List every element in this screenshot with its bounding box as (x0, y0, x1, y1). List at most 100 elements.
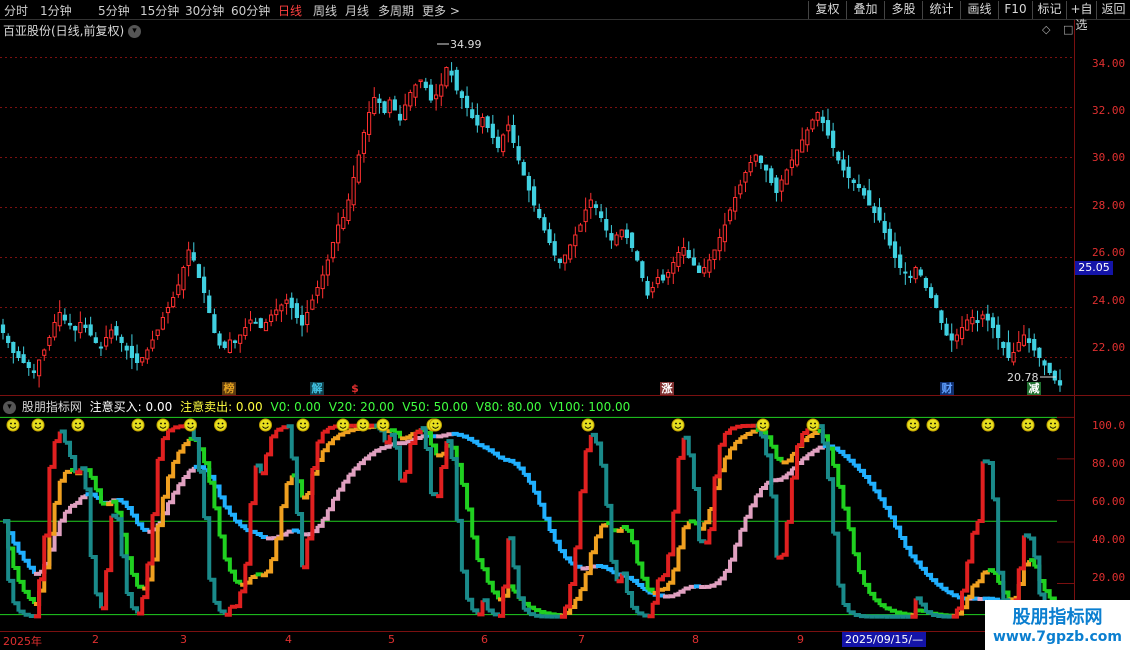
smiley-eye (930, 422, 932, 425)
event-marker-dividend[interactable]: $ (348, 382, 362, 395)
smiley-eye (1029, 422, 1031, 425)
osc-long-line (121, 500, 129, 508)
candle-body (820, 116, 825, 123)
candle-body (970, 317, 975, 325)
osc-slow-line (250, 574, 258, 579)
osc-slow-line (482, 567, 490, 583)
candle-body (1011, 352, 1016, 363)
candle-body (635, 251, 640, 261)
osc-slow-line (864, 582, 872, 594)
osc-long-line (492, 451, 500, 458)
osc-slow-line (209, 480, 217, 509)
smiley-eye (164, 422, 166, 425)
candle-body (923, 278, 929, 288)
candle-body (1001, 341, 1006, 348)
candle-body (928, 287, 934, 299)
osc-fast-line (312, 441, 320, 470)
chevron-down-icon[interactable]: ▾ (3, 401, 16, 414)
osc-long-line (348, 468, 356, 477)
candle-body (604, 219, 609, 231)
smiley-eye (910, 422, 912, 425)
indicator-title: ▾ 股朋指标网 注意买入: 0.00 注意卖出: 0.00 V0: 0.00 V… (3, 398, 634, 415)
indicator-name[interactable]: 股朋指标网 (22, 400, 82, 414)
osc-fast-line (472, 608, 480, 615)
candle-body (722, 224, 727, 243)
candle-body (459, 91, 464, 99)
back-button[interactable]: 返回 (1096, 1, 1130, 19)
osc-fast-line (637, 611, 645, 616)
osc-slow-line (637, 561, 645, 579)
candle-body (176, 284, 181, 296)
smiley-eye (764, 422, 766, 425)
smiley-sell-icon (296, 418, 310, 432)
osc-long-line (565, 556, 573, 564)
candle-body (779, 179, 784, 192)
osc-fast-line (317, 431, 325, 444)
candle-body (733, 197, 738, 212)
osc-fast-line (291, 456, 299, 514)
time-tick: 3 (180, 633, 187, 646)
osc-fast-line (3, 519, 11, 581)
watermark-url: www.7gpzb.com (992, 629, 1122, 645)
candle-body (67, 322, 73, 326)
event-marker-limit-up[interactable]: 涨 (660, 382, 674, 395)
event-marker-financial[interactable]: 财 (940, 382, 954, 395)
osc-long-line (33, 571, 42, 576)
candle-body (944, 323, 949, 336)
candle-body (36, 359, 42, 377)
osc-long-line (291, 528, 299, 533)
osc-fast-line (523, 607, 531, 615)
osc-long-line (18, 550, 26, 561)
osc-slow-line (730, 441, 738, 451)
event-marker-reduce[interactable]: 减 (1027, 382, 1041, 395)
osc-long-line (534, 490, 542, 505)
osc-long-line (812, 447, 820, 453)
event-marker-billboard[interactable]: 榜 (222, 382, 236, 395)
candle-body (511, 125, 516, 143)
osc-slow-line (786, 453, 794, 463)
price-axis-border (1074, 20, 1075, 631)
osc-fast-line (704, 529, 712, 545)
osc-fast-line (781, 521, 789, 557)
osc-fast-line (245, 503, 253, 566)
osc-slow-line (575, 589, 583, 601)
candle-body (423, 81, 428, 88)
smiley-sell-icon (581, 418, 595, 432)
time-tick: 2 (92, 633, 99, 646)
osc-long-line (513, 461, 521, 469)
smiley-eye (384, 422, 386, 425)
osc-slow-line (64, 469, 73, 474)
candle-body (789, 159, 794, 169)
osc-slow-line (858, 570, 867, 585)
smiley-eye (221, 422, 224, 425)
osc-long-line (260, 534, 268, 539)
osc-fast-line (688, 453, 696, 490)
osc-long-line (240, 524, 248, 531)
candle-body (21, 354, 26, 364)
osc-fast-line (430, 492, 439, 497)
candle-body (599, 211, 604, 219)
osc-fast-line (595, 441, 604, 466)
candle-body (366, 112, 372, 135)
candle-body (655, 277, 660, 285)
osc-fast-line (456, 518, 464, 572)
chart-canvas[interactable] (0, 0, 1074, 631)
osc-slow-line (781, 460, 789, 465)
osc-long-line (781, 473, 789, 480)
candle-body (140, 357, 145, 363)
osc-slow-line (173, 451, 181, 464)
osc-slow-line (400, 436, 408, 441)
osc-fast-line (760, 434, 769, 456)
candle-body (449, 70, 454, 76)
osc-slow-line (162, 476, 170, 499)
candle-body (856, 184, 862, 189)
candle-body (851, 179, 856, 183)
candle-body (624, 229, 629, 239)
osc-tick: 40.00 (1092, 533, 1126, 546)
osc-long-line (730, 544, 738, 562)
event-marker-unlock[interactable]: 解 (310, 382, 324, 395)
osc-fast-line (657, 575, 665, 582)
smiley-eye (679, 422, 681, 425)
candle-body (171, 297, 176, 308)
candle-body (650, 287, 655, 293)
